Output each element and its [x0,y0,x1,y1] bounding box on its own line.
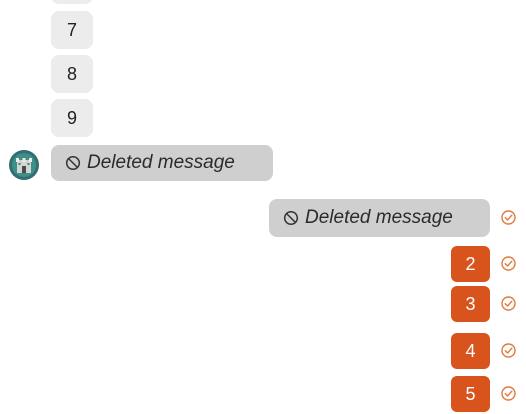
check-circle-icon [501,386,516,401]
deleted-message-text: Deleted message [87,152,235,173]
message-text: 9 [66,107,77,128]
message-text: 3 [465,293,476,314]
message-text: 7 [66,19,77,40]
message-bubble-outgoing: 4 [451,333,490,369]
message-bubble-outgoing: 3 [451,286,490,322]
message-bubble-incoming: 7 [51,11,93,49]
check-circle-icon [501,256,516,271]
message-bubble-incoming: 9 [51,99,93,137]
deleted-message-text: Deleted message [305,207,453,228]
message-text: 8 [66,63,77,84]
castle-avatar-icon [9,150,39,180]
message-bubble-incoming [51,0,93,4]
message-bubble-incoming: 8 [51,55,93,93]
check-circle-icon [501,210,516,225]
message-text: 5 [465,383,476,404]
ban-icon [283,210,299,226]
message-bubble-outgoing: 2 [451,246,490,282]
ban-icon [65,155,81,171]
message-text: 4 [465,340,476,361]
deleted-message-outgoing: Deleted message [269,199,490,237]
check-circle-icon [501,296,516,311]
deleted-message-incoming: Deleted message [51,145,273,181]
message-bubble-outgoing: 5 [451,376,490,412]
message-text: 2 [465,253,476,274]
check-circle-icon [501,343,516,358]
avatar[interactable] [9,150,39,180]
